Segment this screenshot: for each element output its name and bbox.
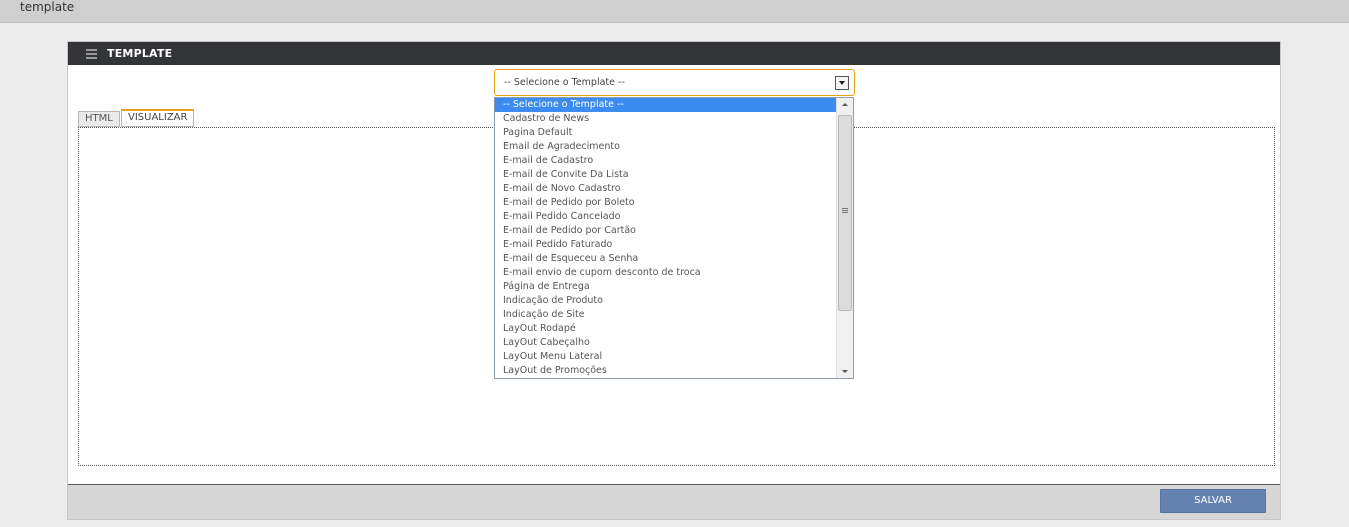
dropdown-options: -- Selecione o Template -- Cadastro de N… [495,98,836,378]
dropdown-option[interactable]: Email de Agradecimento [495,140,836,154]
dropdown-option[interactable]: E-mail de Cadastro [495,154,836,168]
template-select[interactable]: -- Selecione o Template -- [494,69,855,96]
scroll-down-icon[interactable] [837,364,853,378]
dropdown-option[interactable]: Página de Entrega [495,280,836,294]
dropdown-option[interactable]: -- Selecione o Template -- [495,98,836,112]
breadcrumb: template [20,0,75,14]
dropdown-option[interactable]: Cadastro de News [495,112,836,126]
dropdown-option[interactable]: E-mail de Pedido por Boleto [495,196,836,210]
panel-footer: SALVAR [68,484,1280,519]
scroll-up-icon[interactable] [837,98,853,112]
template-select-value: -- Selecione o Template -- [504,77,625,88]
template-panel: TEMPLATE -- Selecione o Template -- -- S… [67,41,1281,520]
top-bar: template [0,0,1349,23]
dropdown-option[interactable]: Indicação de Produto [495,294,836,308]
tab-html[interactable]: HTML [78,111,120,127]
panel-header: TEMPLATE [68,42,1280,65]
dropdown-option[interactable]: E-mail envio de cupom desconto de troca [495,266,836,280]
dropdown-option[interactable]: LayOut Menu Lateral [495,350,836,364]
dropdown-option[interactable]: LayOut Cabeçalho [495,336,836,350]
chevron-down-icon[interactable] [835,76,849,90]
save-button[interactable]: SALVAR [1160,489,1266,513]
template-dropdown-list[interactable]: -- Selecione o Template -- Cadastro de N… [494,97,854,379]
dropdown-option[interactable]: E-mail de Convite Da Lista [495,168,836,182]
dropdown-option[interactable]: Pagina Default [495,126,836,140]
dropdown-option[interactable]: Indicação de Site [495,308,836,322]
dropdown-option[interactable]: E-mail de Novo Cadastro [495,182,836,196]
dropdown-option[interactable]: LayOut Rodapé [495,322,836,336]
panel-title: TEMPLATE [107,47,173,60]
scrollbar-thumb[interactable] [838,115,852,311]
menu-icon[interactable] [86,49,97,59]
dropdown-option[interactable]: LayOut de Promoções [495,364,836,378]
dropdown-option[interactable]: E-mail de Pedido por Cartão [495,224,836,238]
dropdown-scrollbar[interactable] [836,98,853,378]
tab-visualizar[interactable]: VISUALIZAR [121,109,195,127]
dropdown-option[interactable]: E-mail Pedido Faturado [495,238,836,252]
dropdown-option[interactable]: E-mail Pedido Cancelado [495,210,836,224]
dropdown-option[interactable]: E-mail de Esqueceu a Senha [495,252,836,266]
